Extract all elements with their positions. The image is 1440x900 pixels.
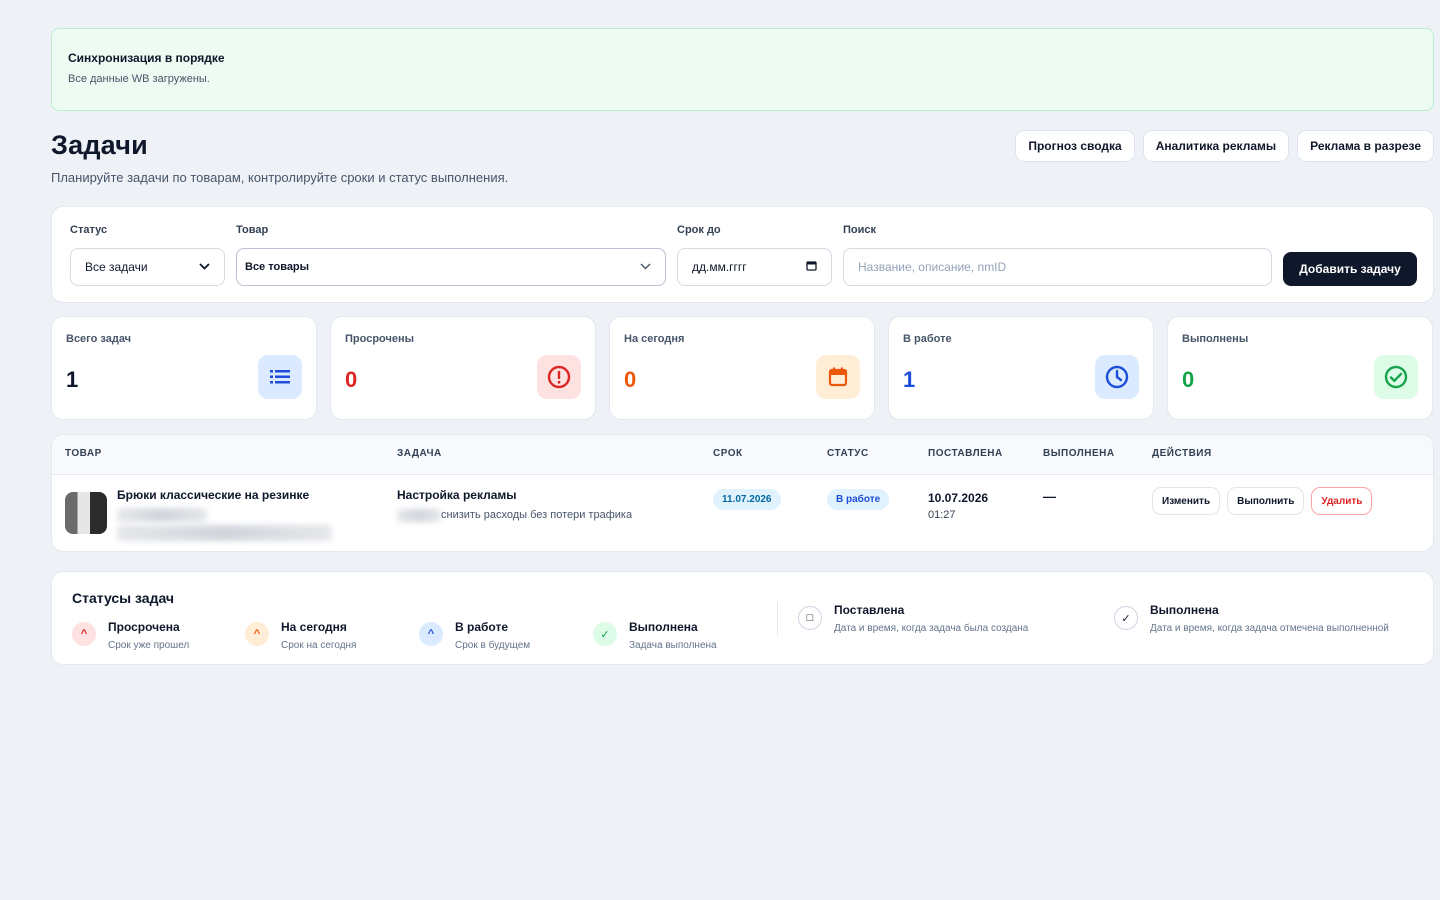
stat-value: 0 — [624, 367, 637, 392]
caret-up-icon: ^ — [419, 622, 443, 646]
legend-item-completed: ✓ Выполнена Дата и время, когда задача о… — [1114, 603, 1389, 634]
column-header-product: ТОВАР — [65, 448, 102, 459]
complete-task-button[interactable]: Выполнить — [1227, 487, 1305, 515]
status-legend: Статусы задач ^ Просрочена Срок уже прош… — [51, 571, 1434, 665]
task-title: Настройка рекламы — [397, 488, 517, 502]
legend-item-today: ^ На сегодня Срок на сегодня — [245, 620, 356, 651]
column-header-status: СТАТУС — [827, 448, 869, 459]
deadline-date-input[interactable]: дд.мм.гггг — [677, 248, 832, 286]
legend-item-name: На сегодня — [281, 620, 347, 634]
task-desc-blurred — [397, 509, 441, 522]
forecast-summary-button[interactable]: Прогноз сводка — [1015, 130, 1135, 162]
tasks-table: ТОВАР ЗАДАЧА СРОК СТАТУС ПОСТАВЛЕНА ВЫПО… — [51, 434, 1434, 552]
legend-item-name: Выполнена — [1150, 603, 1219, 617]
list-icon — [258, 355, 302, 399]
column-header-task: ЗАДАЧА — [397, 448, 442, 459]
calendar-icon — [816, 355, 860, 399]
stat-card-today: На сегодня 0 — [609, 316, 875, 420]
legend-title: Статусы задач — [72, 590, 175, 606]
column-header-created: ПОСТАВЛЕНА — [928, 448, 1003, 459]
stat-value: 0 — [345, 367, 358, 392]
legend-item-created: □ Поставлена Дата и время, когда задача … — [798, 603, 1028, 634]
deadline-date-value: дд.мм.гггг — [692, 260, 747, 274]
filters-panel: Статус Все задачи Товар Все товары Срок … — [51, 206, 1434, 303]
caret-up-icon: ^ — [72, 622, 96, 646]
row-actions: Изменить Выполнить Удалить — [1152, 487, 1373, 515]
product-name[interactable]: Брюки классические на резинке — [117, 488, 309, 502]
clock-icon — [1095, 355, 1139, 399]
stat-label: Всего задач — [66, 333, 132, 345]
page-subtitle: Планируйте задачи по товарам, контролиру… — [51, 170, 509, 185]
product-select[interactable]: Все товары — [236, 248, 666, 286]
stat-card-done: Выполнены 0 — [1167, 316, 1433, 420]
stat-label: Просрочены — [345, 333, 415, 345]
ads-analytics-button[interactable]: Аналитика рекламы — [1142, 130, 1290, 162]
status-select-value: Все задачи — [85, 260, 148, 274]
product-select-value: Все товары — [245, 261, 310, 273]
deadline-label: Срок до — [677, 224, 721, 236]
caret-up-icon: ^ — [245, 622, 269, 646]
legend-divider — [777, 602, 778, 636]
legend-item-name: В работе — [455, 620, 508, 634]
stat-card-overdue: Просрочены 0 — [330, 316, 596, 420]
product-meta-blurred — [117, 525, 332, 541]
chevron-down-icon — [199, 261, 210, 273]
chevron-down-icon — [640, 261, 651, 273]
stat-value: 1 — [66, 367, 79, 392]
sync-subtitle: Все данные WB загружены. — [68, 73, 210, 85]
status-select[interactable]: Все задачи — [70, 248, 225, 286]
created-date: 10.07.2026 — [928, 491, 989, 505]
column-header-completed: ВЫПОЛНЕНА — [1043, 448, 1115, 459]
search-label: Поиск — [843, 224, 877, 236]
status-label: Статус — [70, 224, 108, 236]
product-thumbnail[interactable] — [65, 492, 107, 534]
table-header: ТОВАР ЗАДАЧА СРОК СТАТУС ПОСТАВЛЕНА ВЫПО… — [52, 435, 1433, 475]
product-meta-blurred — [117, 508, 207, 522]
stat-card-total: Всего задач 1 — [51, 316, 317, 420]
check-icon: ✓ — [1114, 606, 1138, 630]
top-actions: Прогноз сводка Аналитика рекламы Реклама… — [1015, 130, 1434, 162]
sync-banner: Синхронизация в порядке Все данные WB за… — [51, 28, 1434, 111]
legend-item-desc: Срок на сегодня — [281, 640, 357, 651]
legend-item-name: Поставлена — [834, 603, 905, 617]
add-task-button[interactable]: Добавить задачу — [1283, 252, 1417, 286]
ads-breakdown-button[interactable]: Реклама в разрезе — [1297, 130, 1434, 162]
search-input[interactable]: Название, описание, nmID — [843, 248, 1272, 286]
legend-item-desc: Задача выполнена — [629, 640, 717, 651]
deadline-badge: 11.07.2026 — [713, 489, 781, 510]
stat-label: На сегодня — [624, 333, 685, 345]
sync-title: Синхронизация в порядке — [68, 51, 225, 65]
legend-item-name: Выполнена — [629, 620, 698, 634]
stat-value: 1 — [903, 367, 916, 392]
edit-task-button[interactable]: Изменить — [1152, 487, 1221, 515]
product-label: Товар — [236, 224, 269, 236]
stat-label: В работе — [903, 333, 952, 345]
status-badge: В работе — [827, 489, 890, 510]
legend-item-desc: Срок уже прошел — [108, 640, 190, 651]
column-header-actions: ДЕЙСТВИЯ — [1152, 448, 1212, 459]
legend-item-overdue: ^ Просрочена Срок уже прошел — [72, 620, 189, 651]
column-header-deadline: СРОК — [713, 448, 743, 459]
legend-item-in-progress: ^ В работе Срок в будущем — [419, 620, 530, 651]
delete-task-button[interactable]: Удалить — [1311, 487, 1373, 515]
stat-label: Выполнены — [1182, 333, 1249, 345]
calendar-icon[interactable] — [806, 260, 817, 274]
search-placeholder: Название, описание, nmID — [858, 260, 1007, 274]
square-icon: □ — [798, 606, 822, 630]
legend-item-desc: Срок в будущем — [455, 640, 531, 651]
legend-item-name: Просрочена — [108, 620, 180, 634]
check-icon: ✓ — [593, 622, 617, 646]
completed-value: — — [1043, 489, 1056, 504]
page-title: Задачи — [51, 130, 148, 160]
alert-circle-icon — [537, 355, 581, 399]
created-time: 01:27 — [928, 509, 956, 521]
legend-item-desc: Дата и время, когда задача была создана — [834, 623, 1029, 634]
stat-value: 0 — [1182, 367, 1195, 392]
task-description: снизить расходы без потери трафика — [441, 509, 633, 521]
legend-item-done: ✓ Выполнена Задача выполнена — [593, 620, 717, 651]
check-circle-icon — [1374, 355, 1418, 399]
stat-card-in-progress: В работе 1 — [888, 316, 1154, 420]
legend-item-desc: Дата и время, когда задача отмечена выпо… — [1150, 623, 1389, 634]
